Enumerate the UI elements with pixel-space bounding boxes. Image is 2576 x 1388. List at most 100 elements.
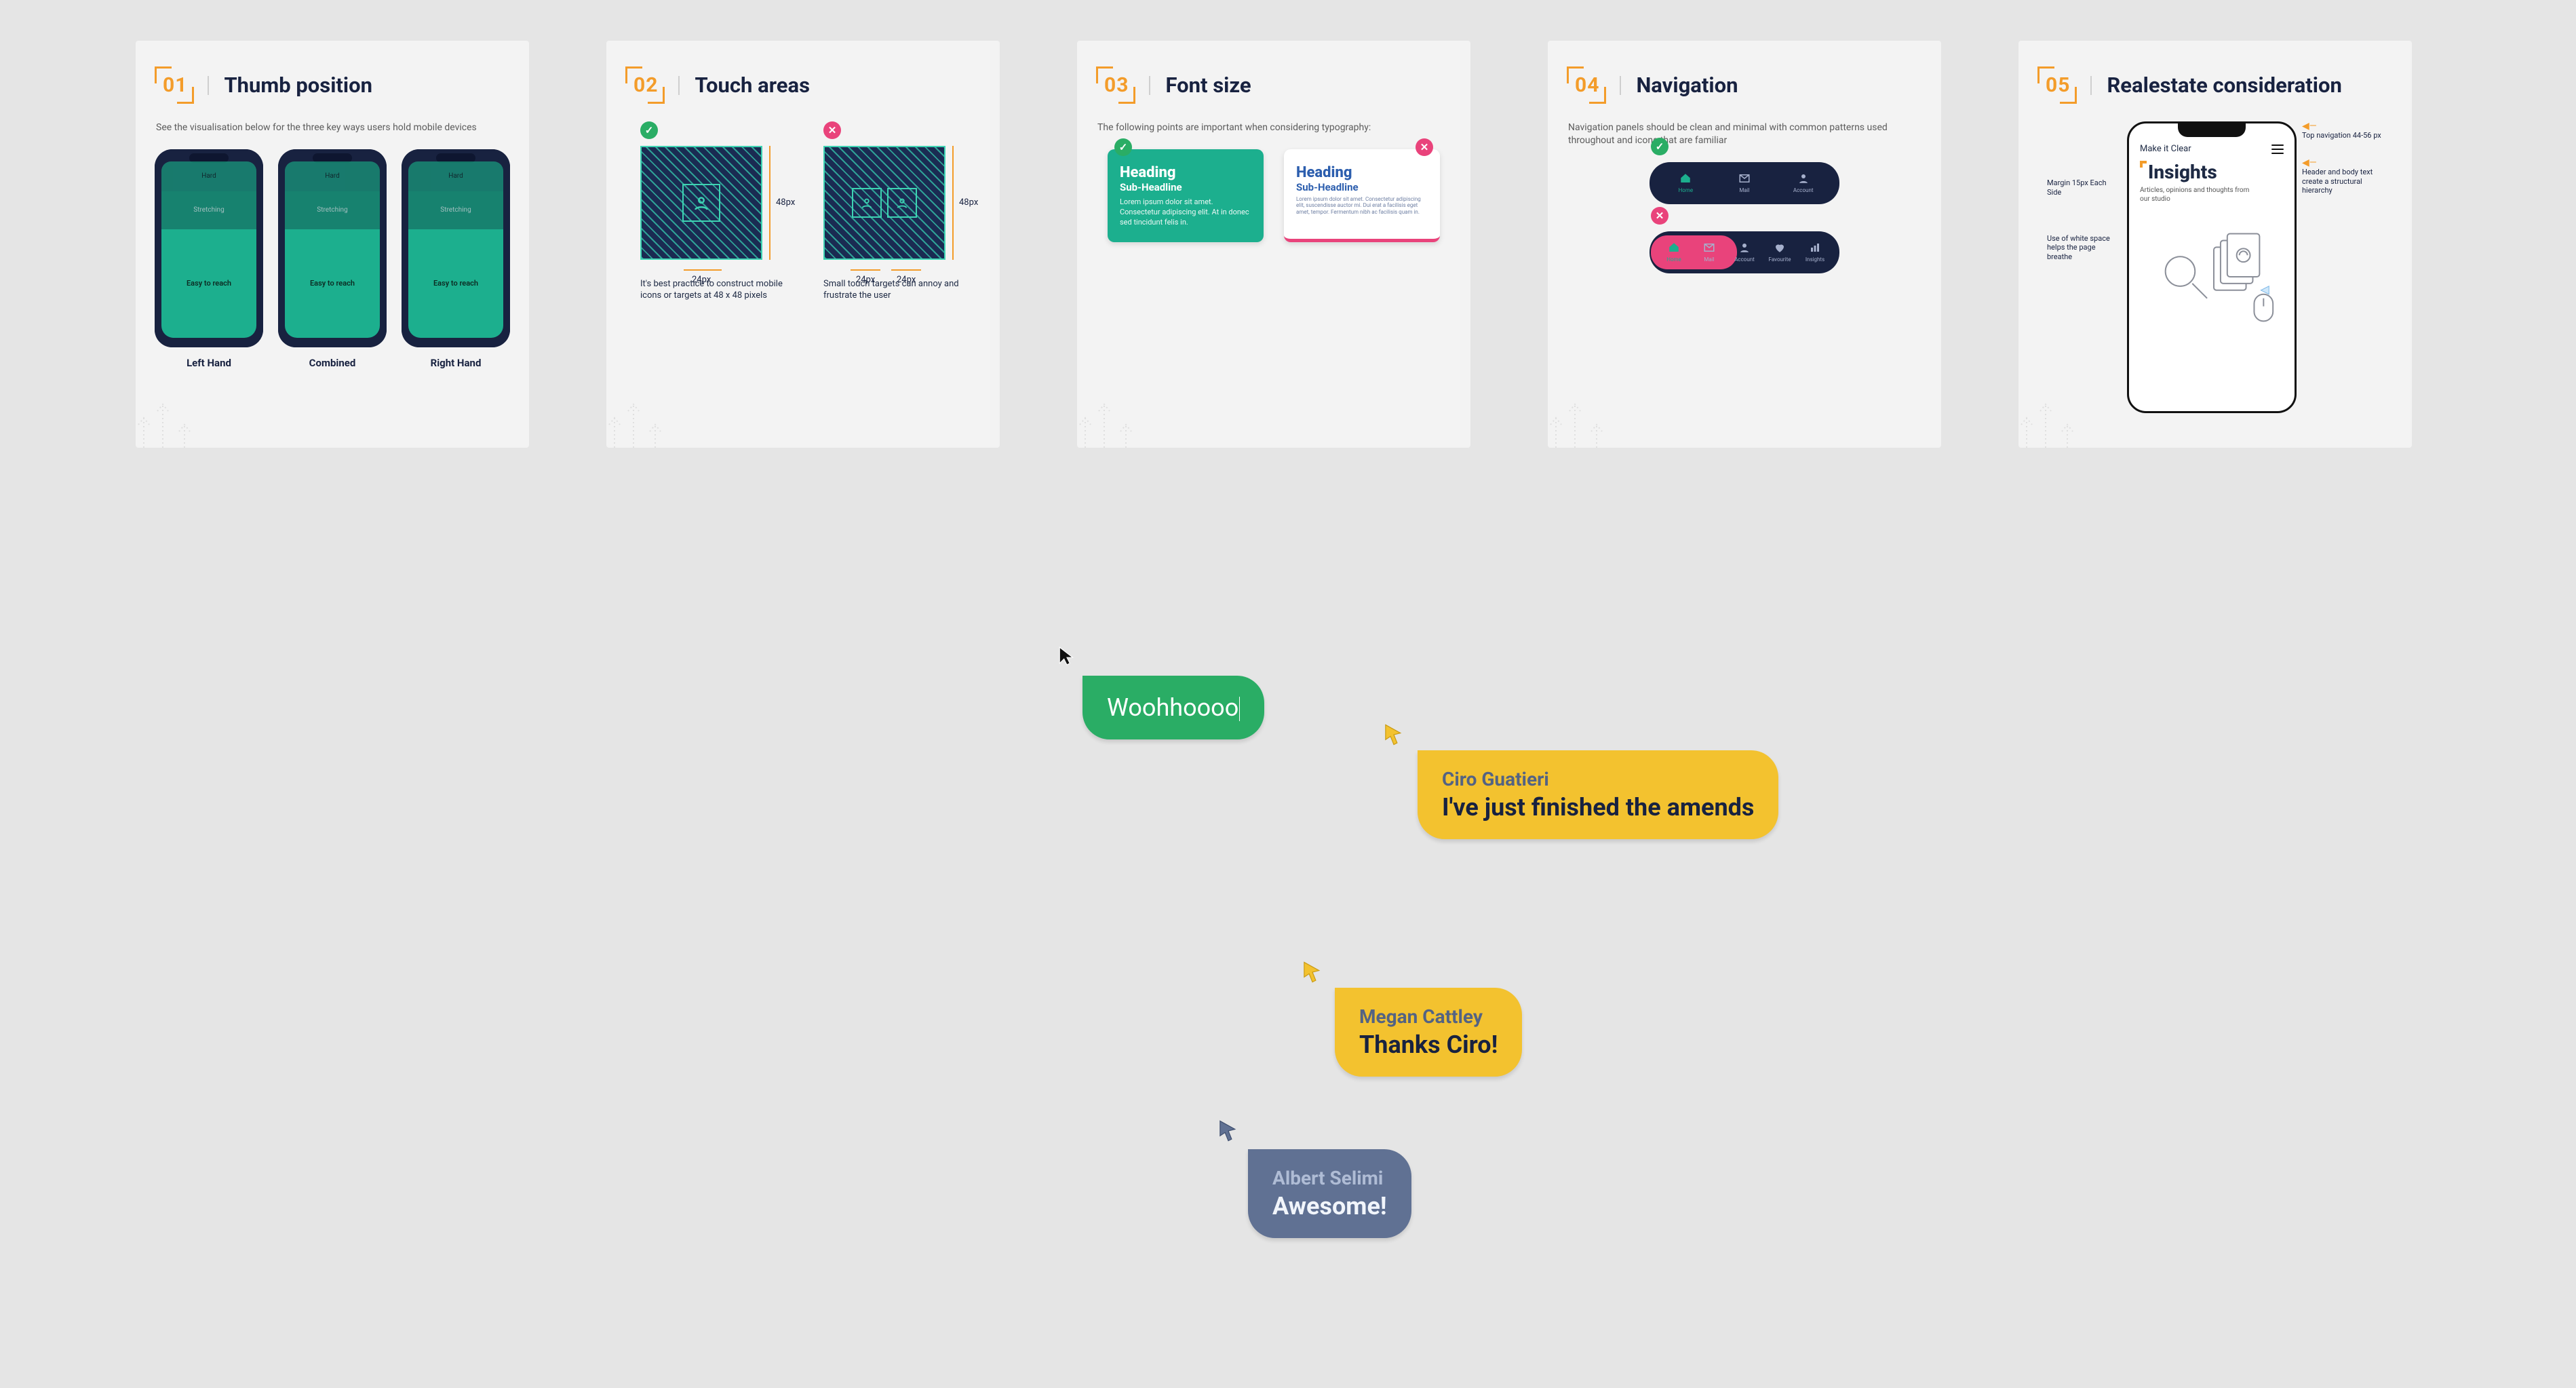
nav-item-label: Mail [1739,187,1749,193]
card-index-separator [208,76,209,95]
phone-right: Hard Stretching Easy to reach Right Hand [402,149,510,369]
cross-icon: ✕ [1651,207,1668,225]
cursor-pointer-icon [1058,646,1076,666]
annotation-arrow-icon: ◀— [2302,158,2383,168]
zone-easy-label: Easy to reach [161,229,256,338]
nav-item-label: Insights [1806,256,1824,263]
target-area-bad [823,146,945,260]
nav-item-label: Account [1734,256,1755,263]
nav-item-account[interactable]: Account [1774,172,1833,193]
dimension-guide [952,146,954,260]
card-index-number: 01 [163,73,187,97]
card-thumb-position[interactable]: 01 Thumb position See the visualisation … [136,41,529,448]
user-icon [1797,172,1810,185]
card-index-separator [2090,76,2092,95]
card-title: Navigation [1636,73,1738,98]
card-dotted-baseline [1077,426,1470,427]
arrows-up-decoration [2018,391,2094,448]
card-title: Realestate consideration [2107,73,2341,98]
cursor-user-1[interactable] [1384,723,1404,746]
dimension-v-label: 48px [959,197,978,208]
touch-caption-good: It's best practice to construct mobile i… [640,279,783,302]
card-title: Thumb position [224,73,372,98]
card-navigation[interactable]: 04 Navigation Navigation panels should b… [1548,41,1941,448]
nav-item-label: Home [1679,187,1694,193]
cross-icon: ✕ [823,121,841,139]
chat-bubble-self[interactable]: Woohhoooo [1082,676,1264,739]
zone-easy-label: Easy to reach [408,229,503,338]
phone-caption: Right Hand [402,357,510,369]
dimension-guide [891,269,921,271]
home-icon [1668,242,1680,254]
zone-easy-label: Easy to reach [285,229,380,338]
card-realestate[interactable]: 05 Realestate consideration Margin 15px … [2018,41,2412,448]
card-index: 01 [156,68,193,102]
font-subheading: Sub-Headline [1296,181,1428,193]
cursor-self[interactable] [1058,646,1076,666]
cursor-pointer-icon [1302,961,1323,984]
navbar-examples: ✓ Home Mail Account ✕ [1568,162,1921,273]
user-icon [1738,242,1751,254]
card-dotted-baseline [606,426,1000,427]
card-subtitle: Navigation panels should be clean and mi… [1568,121,1921,147]
dimension-v-label: 48px [776,197,795,208]
touch-bad: ✕ 48px 24px 24px [823,121,966,302]
chat-bubble-user-3[interactable]: Albert Selimi Awesome! [1248,1149,1411,1238]
nav-item-favourite[interactable]: Favourite [1762,242,1797,263]
mail-icon [1738,172,1751,185]
chat-user-name: Albert Selimi [1272,1167,1387,1189]
card-index: 04 [1568,68,1605,102]
phone-left: Hard Stretching Easy to reach Left Hand [155,149,263,369]
re-heading-text: Insights [2148,161,2217,183]
mail-icon [1703,242,1715,254]
nav-item-mail[interactable]: Mail [1692,242,1727,263]
check-icon: ✓ [1114,138,1132,156]
nav-item-account[interactable]: Account [1727,242,1762,263]
card-index-separator [678,76,680,95]
font-subheading: Sub-Headline [1120,181,1251,193]
nav-item-home[interactable]: Home [1656,172,1715,193]
card-index: 05 [2039,68,2075,102]
font-heading: Heading [1296,164,1428,181]
dimension-h-label: 24px [692,275,711,285]
cursor-user-3[interactable] [1218,1119,1238,1142]
chat-bubble-user-1[interactable]: Ciro Guatieri I've just finished the ame… [1418,750,1778,839]
chat-user-msg: I've just finished the amends [1442,793,1754,822]
hamburger-icon[interactable] [2271,144,2284,154]
check-icon: ✓ [1651,138,1668,155]
chat-user-name: Megan Cattley [1359,1005,1498,1028]
zone-hard-label: Hard [408,161,503,191]
insight-illustration [2140,213,2288,335]
user-icon [887,188,917,218]
heart-icon [1774,242,1786,254]
bars-icon [1809,242,1821,254]
card-dotted-baseline [2018,426,2412,427]
nav-item-label: Favourite [1769,256,1791,263]
card-title: Font size [1165,73,1251,98]
card-subtitle: See the visualisation below for the thre… [156,121,509,134]
card-font-size[interactable]: 03 Font size The following points are im… [1077,41,1470,448]
nav-item-mail[interactable]: Mail [1715,172,1774,193]
card-index-number: 04 [1575,73,1599,97]
card-index-separator [1149,76,1150,95]
dimension-guide [684,269,722,271]
arrows-up-decoration [136,391,212,448]
fontsize-examples: ✓ Heading Sub-Headline Lorem ipsum dolor… [1097,149,1450,243]
cursor-user-2[interactable] [1302,961,1323,984]
card-dotted-baseline [1548,426,1941,427]
card-touch-areas[interactable]: 02 Touch areas ✓ 48px 24px [606,41,1000,448]
navbar-good: ✓ Home Mail Account [1650,162,1839,204]
chat-bubble-user-2[interactable]: Megan Cattley Thanks Ciro! [1335,988,1522,1077]
nav-item-insights[interactable]: Insights [1797,242,1833,263]
phone-notch [2178,123,2246,137]
cross-icon: ✕ [1416,138,1433,156]
re-note-hierarchy: Header and body text create a structural… [2302,168,2383,195]
zone-stretch-label: Stretching [161,191,256,229]
touch-caption-bad: Small touch targets can annoy and frustr… [823,279,966,302]
dimension-guide [769,146,770,260]
nav-item-home[interactable]: Home [1656,242,1692,263]
cursor-pointer-icon [1218,1119,1238,1142]
card-title: Touch areas [695,73,810,98]
chat-user-msg: Thanks Ciro! [1359,1030,1498,1059]
card-header: 01 Thumb position [156,68,509,102]
